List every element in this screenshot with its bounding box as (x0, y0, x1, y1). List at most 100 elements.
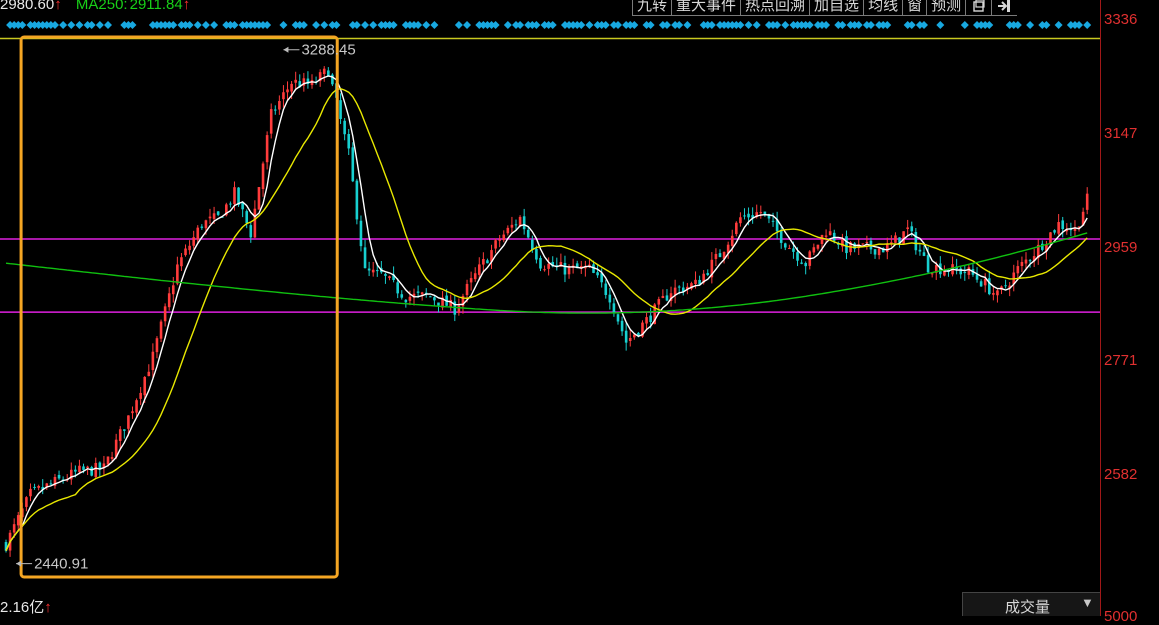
event-diamond-marker (646, 21, 655, 29)
candle-body (498, 239, 501, 241)
candle-body (257, 187, 261, 210)
indicator-selector[interactable]: 成交量 ▼ (962, 592, 1100, 616)
candle-body (967, 267, 971, 275)
candle-body (996, 290, 999, 296)
candle-body (730, 235, 734, 246)
candle-body (437, 302, 440, 306)
candle-body (910, 226, 914, 232)
candle-body (624, 330, 628, 343)
candle-body (188, 245, 191, 251)
candle-body (176, 264, 179, 284)
candle-body (118, 429, 122, 441)
candle-body (265, 135, 269, 163)
candle-body (1004, 285, 1007, 287)
candle-body (155, 338, 159, 353)
event-diamond-marker (736, 21, 745, 29)
candle-body (1085, 193, 1089, 210)
candle-body (294, 79, 297, 83)
candle-body (645, 317, 648, 324)
candle-body (820, 234, 824, 244)
indicator-selector-label: 成交量 (1005, 599, 1051, 616)
kline-chart-window: { "legend": { "ma_a_text": "2980.60", "m… (0, 0, 1159, 625)
candle-body (873, 249, 877, 255)
event-diamond-marker (169, 21, 178, 29)
candle-body (90, 467, 93, 476)
event-diamond-marker (369, 21, 378, 29)
candle-body (1049, 232, 1052, 245)
candle-body (963, 272, 967, 274)
candle-body (416, 291, 420, 293)
candle-body (12, 524, 16, 533)
candle-body (714, 253, 718, 259)
event-diamond-marker (532, 21, 541, 29)
event-diamond-marker (683, 21, 692, 29)
candle-body (890, 242, 893, 244)
candle-body (547, 263, 550, 269)
candle-body (457, 305, 461, 313)
candle-body (502, 234, 506, 241)
event-diamond-marker (866, 21, 875, 29)
candle-body (49, 483, 53, 485)
candle-body (363, 247, 367, 269)
candle-body (535, 249, 538, 260)
candle-body (347, 133, 351, 149)
event-diamond-marker (985, 21, 994, 29)
event-diamond-marker (210, 21, 219, 29)
event-diamond-marker (230, 21, 239, 29)
candle-body (518, 216, 522, 227)
candle-body (628, 337, 632, 342)
candle-body (1024, 259, 1028, 264)
candle-body (229, 203, 232, 205)
candle-body (94, 462, 98, 478)
candle-body (604, 283, 608, 295)
volume-readout: 2.16亿↑ (0, 596, 52, 617)
candle-body (992, 293, 995, 295)
candle-body (371, 269, 375, 273)
candle-body (1028, 260, 1032, 262)
event-diamond-marker (1083, 21, 1092, 29)
candle-body (351, 147, 355, 182)
candle-body (1016, 266, 1020, 274)
candle-body (273, 109, 277, 111)
event-diamond-marker (87, 21, 96, 29)
candle-body (404, 299, 408, 303)
event-diamond-marker (920, 21, 928, 29)
candle-body (771, 220, 775, 222)
event-diamond-marker (361, 21, 370, 29)
candle-body (135, 400, 138, 413)
event-diamond-marker (503, 21, 512, 29)
event-diamond-marker (75, 21, 84, 29)
candle-body (200, 226, 204, 228)
event-diamond-marker (854, 21, 863, 29)
event-diamond-marker (1026, 21, 1035, 29)
candle-body (29, 488, 32, 497)
candle-body (816, 244, 820, 249)
candle-body (74, 469, 77, 472)
moving-average-lines (5, 75, 1088, 551)
candle-body (465, 283, 469, 296)
event-diamond-marker (104, 21, 112, 29)
event-diamond-marker (193, 21, 202, 29)
event-diamond-marker (1042, 21, 1051, 29)
candle-body (922, 252, 926, 256)
candle-body (196, 227, 200, 240)
event-diamond-marker (883, 21, 892, 29)
event-diamond-marker (614, 21, 622, 29)
candle-body (845, 236, 848, 254)
candle-body (396, 282, 399, 294)
candle-body (747, 213, 750, 218)
candle-body (16, 515, 20, 526)
candle-body (290, 83, 293, 92)
event-diamond-marker (1054, 21, 1063, 29)
candle-body (237, 187, 240, 205)
annotation-arrow-head (16, 560, 22, 567)
candle-body (1061, 220, 1065, 230)
candle-body (384, 273, 387, 276)
event-diamond-marker (312, 21, 321, 29)
candle-body (322, 68, 326, 75)
candle-body (233, 187, 236, 205)
candle-body (531, 239, 534, 250)
candle-body (110, 457, 114, 459)
candle-body (743, 215, 746, 217)
candle-body (167, 293, 171, 308)
